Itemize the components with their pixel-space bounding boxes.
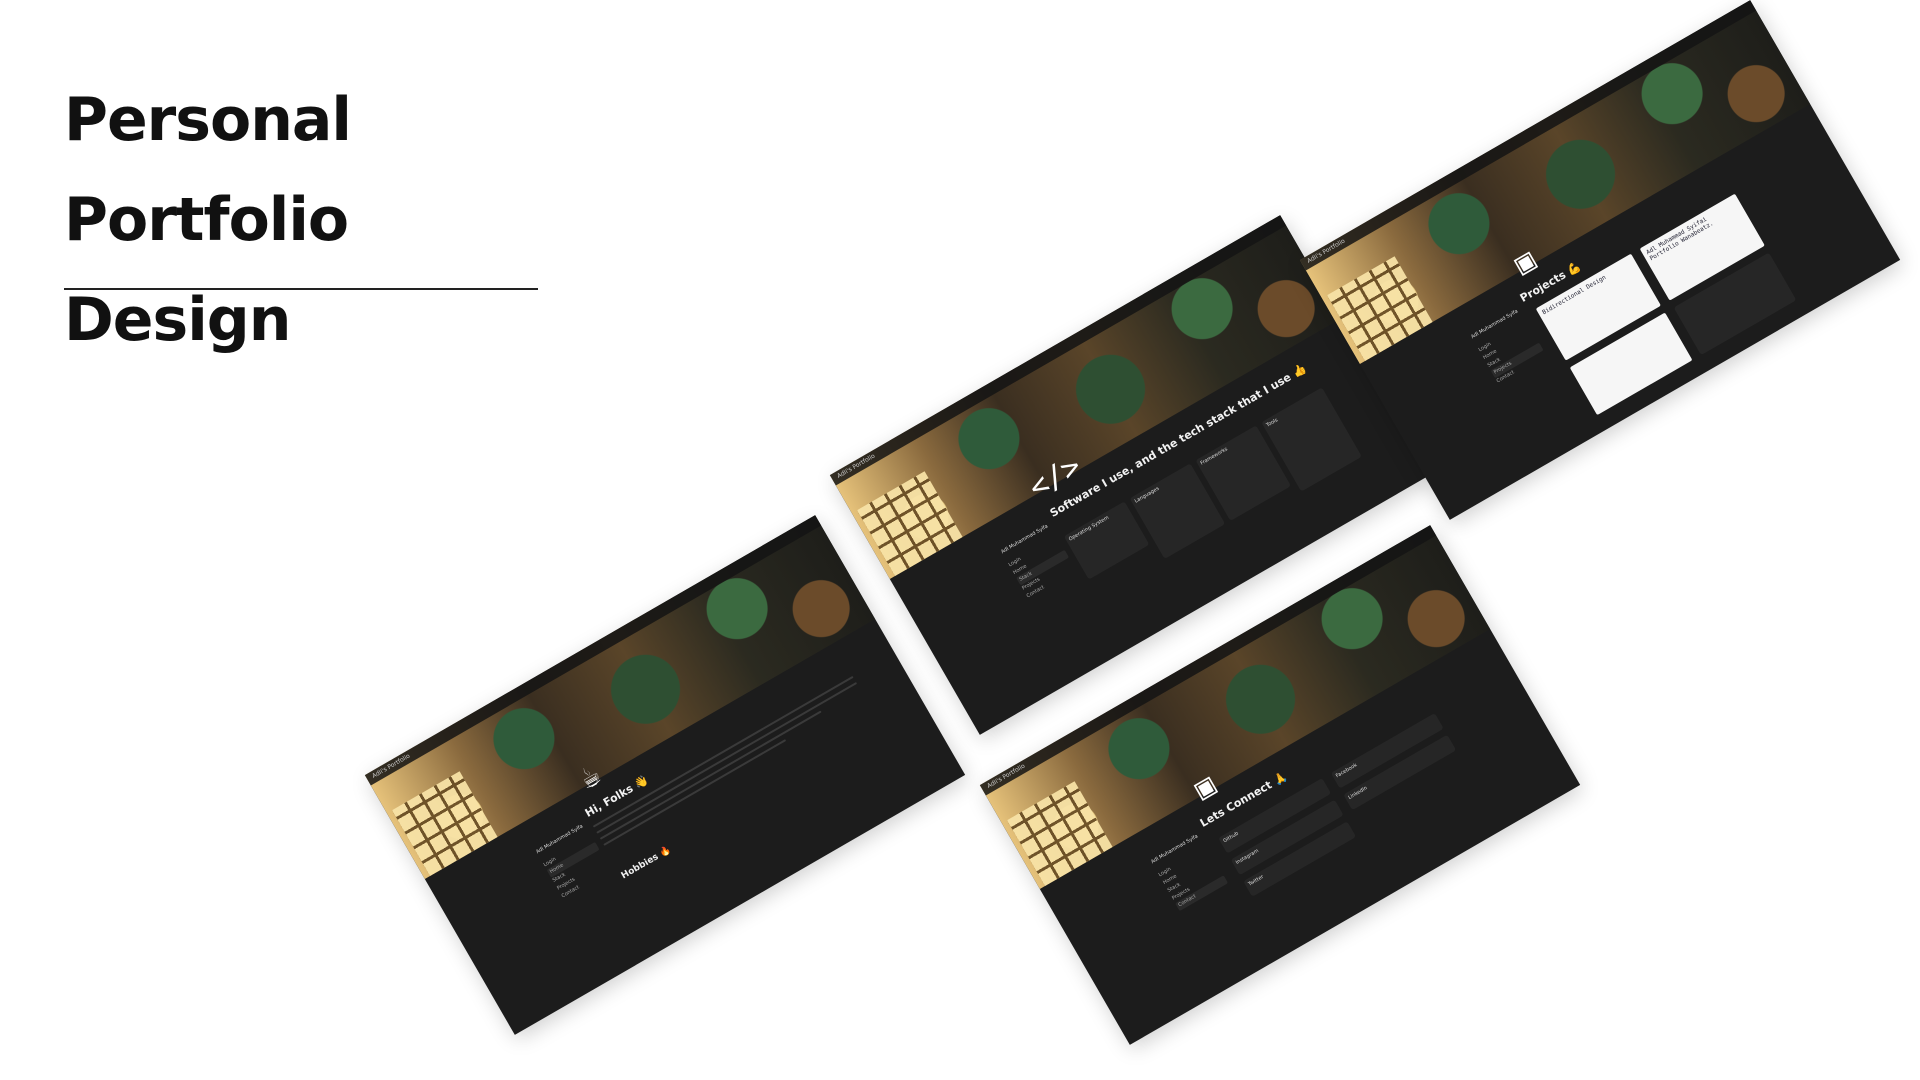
heading-divider <box>64 288 538 290</box>
hobbies-heading: Hobbies 🔥 <box>619 844 673 882</box>
page-heading: Personal Portfolio Design <box>64 70 624 370</box>
sidebar: Adl Muhammad Syifa Login Home Stack Proj… <box>1150 832 1229 912</box>
heading-line-2: Design <box>64 285 291 355</box>
heading-line-1: Personal Portfolio <box>64 85 352 255</box>
panel-operating-system: Operating System <box>1063 501 1150 580</box>
sidebar: Adl Muhammad Syifa Login Home Stack Proj… <box>1470 307 1548 386</box>
mockup-home: Adli's Portfolio ☕ Hi, Folks 👋 Adl Muham… <box>364 515 966 1035</box>
